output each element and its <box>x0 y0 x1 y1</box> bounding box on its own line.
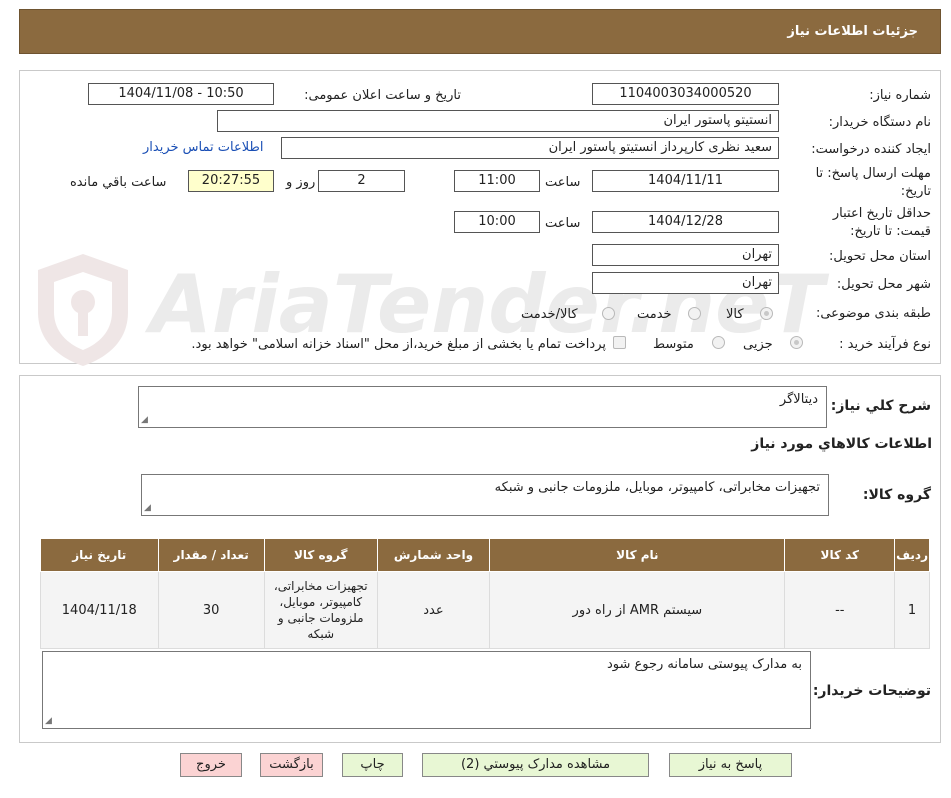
col-quantity: تعداد / مقدار <box>157 538 265 572</box>
reply-deadline-label-line2: تاریخ: <box>900 184 931 199</box>
summary-value: دیتالاگر <box>779 392 818 407</box>
city-label: شهر محل تحویل: <box>836 277 931 292</box>
cell-goods-code: -- <box>784 571 896 649</box>
goods-info-title: اطلاعات کالاهاي مورد نياز <box>751 436 932 452</box>
exit-button[interactable]: خروج <box>180 753 242 777</box>
cell-goods-group: تجهیزات مخابراتی، کامپیوتر، موبایل، ملزو… <box>263 571 378 649</box>
page-header: جزئیات اطلاعات نیاز <box>19 9 941 54</box>
category-label: طبقه بندی موضوعی: <box>815 306 931 321</box>
buyer-notes-label: توضیحات خریدار: <box>812 683 931 699</box>
remaining-time-label: ساعت باقي مانده <box>70 175 167 190</box>
buyer-contact-link[interactable]: اطلاعات تماس خریدار <box>143 140 263 155</box>
goods-table: رديف کد کالا نام کالا واحد شمارش گروه کا… <box>40 538 930 649</box>
col-goods-code: کد کالا <box>784 538 896 572</box>
need-number-label: شماره نیاز: <box>869 88 931 103</box>
col-goods-name: نام کالا <box>489 538 786 572</box>
watermark-logo <box>28 250 138 370</box>
goods-group-value: تجهیزات مخابراتی، کامپیوتر، موبایل، ملزو… <box>494 480 820 495</box>
goods-group-label: گروه کالا: <box>862 487 931 503</box>
goods-group-field[interactable]: تجهیزات مخابراتی، کامپیوتر، موبایل، ملزو… <box>141 474 829 516</box>
cell-unit: عدد <box>376 571 491 649</box>
cell-row-number: 1 <box>894 571 930 649</box>
process-label: نوع فرآیند خرید : <box>839 337 931 352</box>
resize-grip-icon[interactable]: ◢ <box>45 717 52 726</box>
reply-deadline-label-line1: مهلت ارسال پاسخ: تا <box>815 166 931 181</box>
validity-time-field: 10:00 <box>454 211 540 233</box>
creator-field: سعید نظری کارپرداز انستیتو پاستور ایران <box>281 137 779 159</box>
cell-quantity: 30 <box>157 571 265 649</box>
summary-field[interactable]: دیتالاگر ◢ <box>138 386 827 428</box>
col-goods-group: گروه کالا <box>263 538 378 572</box>
summary-label: شرح کلي نياز: <box>830 398 931 414</box>
validity-time-label: ساعت <box>545 216 581 231</box>
validity-label-line1: حداقل تاریخ اعتبار <box>832 206 931 221</box>
validity-date-field: 1404/12/28 <box>592 211 779 233</box>
days-field: 2 <box>318 170 405 192</box>
col-unit: واحد شمارش <box>376 538 491 572</box>
back-button[interactable]: بازگشت <box>260 753 323 777</box>
treasury-text: پرداخت تمام یا بخشی از مبلغ خرید،از محل … <box>191 337 606 352</box>
view-attachments-button[interactable]: مشاهده مدارک پیوستي (2) <box>422 753 649 777</box>
buyer-org-label: نام دستگاه خریدار: <box>828 115 931 130</box>
reply-time-field: 11:00 <box>454 170 540 192</box>
table-row: 1 -- سیستم AMR از راه دور عدد تجهیزات مخ… <box>40 571 930 649</box>
table-header-row: رديف کد کالا نام کالا واحد شمارش گروه کا… <box>40 538 930 572</box>
col-need-date: تاريخ نياز <box>40 538 159 572</box>
reply-date-field: 1404/11/11 <box>592 170 779 192</box>
category-radio-goods-service[interactable] <box>602 307 615 320</box>
announce-date-field: 1404/11/08 - 10:50 <box>88 83 274 105</box>
need-number-field: 1104003034000520 <box>592 83 779 105</box>
resize-grip-icon[interactable]: ◢ <box>141 416 148 425</box>
province-label: استان محل تحویل: <box>829 249 931 264</box>
province-field: تهران <box>592 244 779 266</box>
category-radio-goods[interactable] <box>760 307 773 320</box>
buyer-notes-value: به مدارک پیوستی سامانه رجوع شود <box>606 657 802 672</box>
process-radio-partial[interactable] <box>790 336 803 349</box>
validity-label-line2: قیمت: تا تاریخ: <box>850 224 931 239</box>
category-option-goods-service: کالا/خدمت <box>521 307 578 322</box>
print-button[interactable]: چاپ <box>342 753 403 777</box>
buyer-org-field: انستیتو پاستور ایران <box>217 110 779 132</box>
days-label: روز و <box>286 175 316 190</box>
process-option-medium: متوسط <box>653 337 694 352</box>
resize-grip-icon[interactable]: ◢ <box>144 504 151 513</box>
col-row-number: رديف <box>894 538 930 572</box>
city-field: تهران <box>592 272 779 294</box>
treasury-checkbox[interactable] <box>613 336 626 349</box>
cell-need-date: 1404/11/18 <box>40 571 159 649</box>
page-title: جزئیات اطلاعات نیاز <box>787 24 918 39</box>
remaining-time-field: 20:27:55 <box>188 170 274 192</box>
process-radio-medium[interactable] <box>712 336 725 349</box>
reply-button[interactable]: پاسخ به نیاز <box>669 753 792 777</box>
process-option-partial: جزیی <box>743 337 773 352</box>
category-option-goods: کالا <box>726 307 744 322</box>
reply-time-label: ساعت <box>545 175 581 190</box>
category-radio-service[interactable] <box>688 307 701 320</box>
cell-goods-name: سیستم AMR از راه دور <box>489 571 786 649</box>
buyer-notes-field[interactable]: به مدارک پیوستی سامانه رجوع شود ◢ <box>42 651 811 729</box>
category-option-service: خدمت <box>637 307 672 322</box>
creator-label: ایجاد کننده درخواست: <box>811 142 931 157</box>
announce-date-label: تاریخ و ساعت اعلان عمومی: <box>304 88 461 103</box>
